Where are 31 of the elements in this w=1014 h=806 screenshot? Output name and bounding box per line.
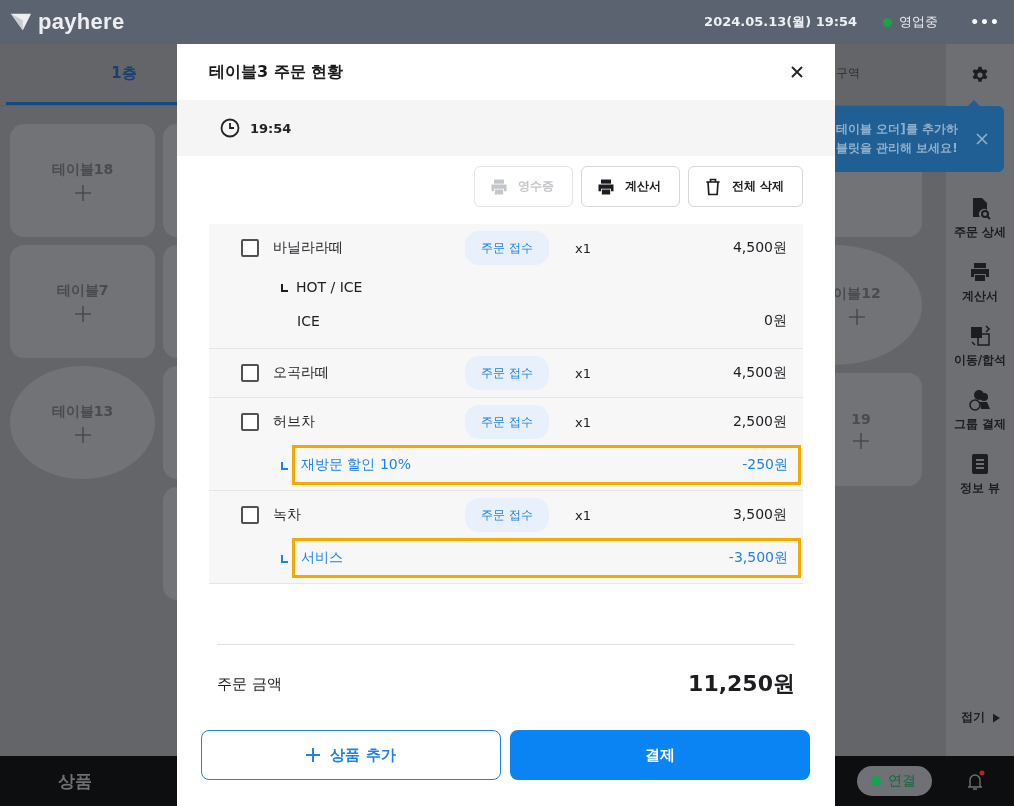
status-badge: 주문 접수 bbox=[465, 498, 549, 532]
item-name: 오곡라떼 bbox=[273, 364, 330, 382]
item-quantity: x1 bbox=[574, 507, 592, 523]
item-price: 2,500원 bbox=[732, 413, 787, 431]
item-price: 4,500원 bbox=[732, 239, 787, 257]
discount-amount: -3,500원 bbox=[728, 549, 788, 567]
discount-name: 재방문 할인 10% bbox=[301, 456, 412, 474]
tooltip-text: 테이블 오더]를 추가하 bbox=[836, 121, 958, 138]
item-name: 녹차 bbox=[273, 506, 302, 524]
item-quantity: x1 bbox=[574, 240, 592, 256]
option-price: 0원 bbox=[764, 312, 787, 330]
status-badge: 주문 접수 bbox=[465, 356, 549, 390]
discount-amount: -250원 bbox=[742, 456, 788, 474]
status-badge: 주문 접수 bbox=[465, 405, 549, 439]
item-price: 3,500원 bbox=[732, 506, 787, 524]
option-group-name: HOT / ICE bbox=[296, 279, 363, 295]
item-quantity: x1 bbox=[574, 414, 592, 430]
item-quantity: x1 bbox=[574, 365, 592, 381]
tooltip-text: 블릿을 관리해 보세요! bbox=[836, 140, 958, 157]
item-name: 바닐라라떼 bbox=[273, 239, 344, 257]
status-badge: 주문 접수 bbox=[465, 231, 549, 265]
item-price: 4,500원 bbox=[732, 364, 787, 382]
option-name: ICE bbox=[297, 313, 320, 329]
status-label: 영업중 bbox=[899, 13, 939, 31]
item-name: 허브차 bbox=[273, 413, 316, 431]
date-time: 2024.05.13(월) 19:54 bbox=[704, 13, 858, 31]
logo-text: payhere bbox=[38, 9, 125, 35]
total-label: 주문 금액 bbox=[217, 674, 282, 694]
discount-name: 서비스 bbox=[301, 549, 343, 567]
total-amount: 11,250원 bbox=[688, 670, 795, 698]
order-time: 19:54 bbox=[250, 120, 292, 136]
